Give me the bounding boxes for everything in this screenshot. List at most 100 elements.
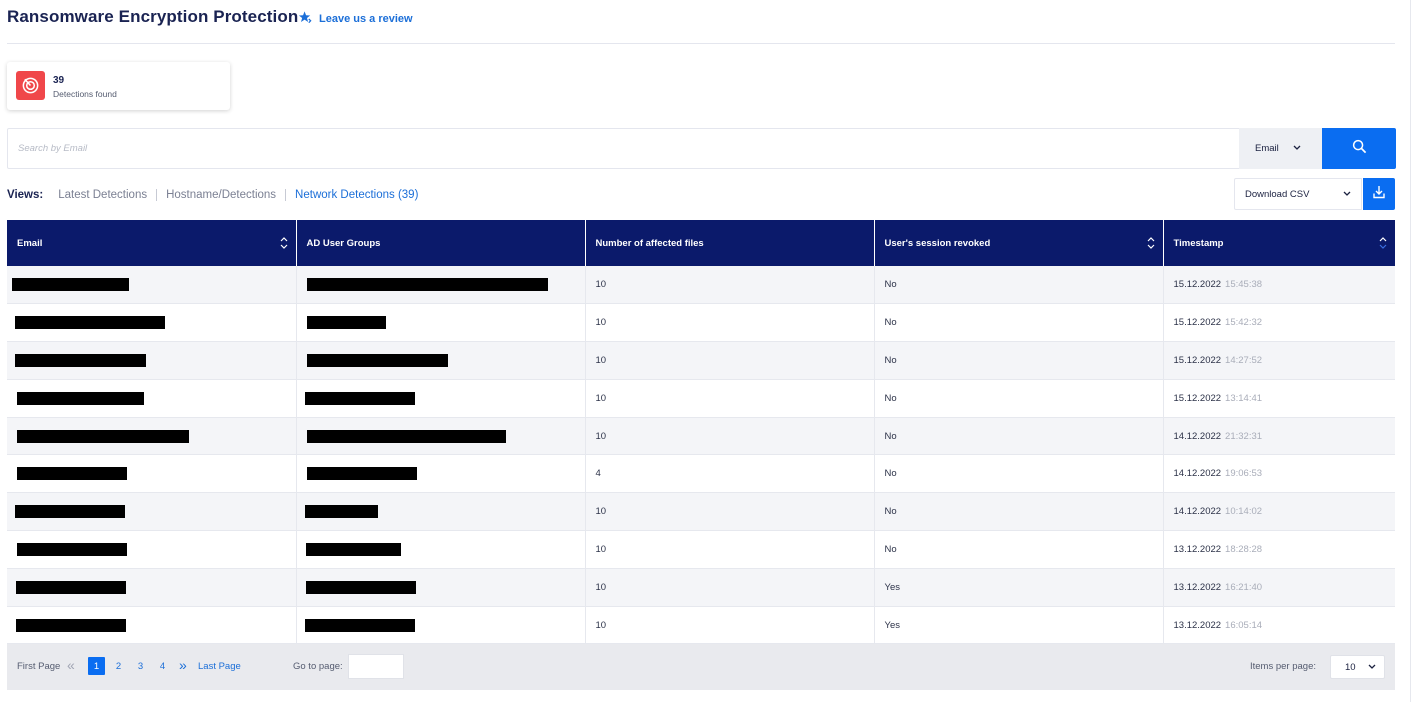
redacted-groups xyxy=(304,505,378,519)
cell-affected-files: 10 xyxy=(585,303,875,343)
redacted-groups xyxy=(306,467,417,481)
chevron-down-icon xyxy=(1343,189,1351,200)
timestamp-time: 21:32:31 xyxy=(1225,430,1263,442)
cell-affected-files: 10 xyxy=(585,568,875,607)
column-header-ad-groups: AD User Groups xyxy=(296,220,586,266)
cell-timestamp: 15.12.2022 15:42:32 xyxy=(1163,303,1395,343)
timestamp-date: 13.12.2022 xyxy=(1173,581,1222,593)
redacted-email xyxy=(16,618,126,632)
timestamp-time: 18:28:28 xyxy=(1225,543,1263,555)
leave-review-link[interactable]: Leave us a review xyxy=(298,10,413,28)
tab-hostname-detections[interactable]: Hostname/Detections xyxy=(157,189,287,201)
cell-session-revoked: No xyxy=(874,379,1164,418)
last-page-link[interactable]: Last Page xyxy=(198,661,241,672)
cell-ad-groups xyxy=(296,341,586,380)
page-button-2[interactable]: 2 xyxy=(110,657,127,675)
cell-affected-files: 4 xyxy=(585,454,875,494)
star-icon xyxy=(298,10,313,28)
search-input[interactable] xyxy=(8,129,1238,168)
page-button-3[interactable]: 3 xyxy=(132,657,149,675)
cell-session-revoked: No xyxy=(874,266,1164,305)
table-row[interactable]: 10 No 15.12.2022 15:42:32 xyxy=(7,303,1395,343)
views-nav: Views: Latest Detections Hostname/Detect… xyxy=(7,184,427,206)
table-row[interactable]: 10 No 14.12.2022 21:32:31 xyxy=(7,417,1395,456)
column-label: AD User Groups xyxy=(306,237,381,249)
cell-email xyxy=(7,454,297,494)
table-row[interactable]: 10 No 13.12.2022 18:28:28 xyxy=(7,530,1395,569)
table-row[interactable]: 4 No 14.12.2022 19:06:53 xyxy=(7,454,1395,494)
redacted-email xyxy=(16,580,126,594)
table-row[interactable]: 10 No 15.12.2022 15:45:38 xyxy=(7,266,1395,305)
first-page-link[interactable]: First Page xyxy=(17,661,60,672)
column-header-session-revoked[interactable]: User's session revoked xyxy=(874,220,1164,266)
cell-timestamp: 14.12.2022 21:32:31 xyxy=(1163,417,1395,456)
page-button-4[interactable]: 4 xyxy=(154,657,171,675)
cell-ad-groups xyxy=(296,530,586,569)
cell-affected-files: 10 xyxy=(585,606,875,645)
cell-session-revoked: No xyxy=(874,530,1164,569)
cell-ad-groups xyxy=(296,492,586,532)
target-alert-icon xyxy=(16,71,45,100)
cell-email xyxy=(7,568,297,607)
goto-page-label: Go to page: xyxy=(293,661,343,672)
column-header-timestamp[interactable]: Timestamp xyxy=(1163,220,1395,266)
export-format-select[interactable]: Download CSV xyxy=(1234,178,1362,210)
goto-page-input[interactable] xyxy=(348,654,404,679)
pagination-bar: First Page « 1 2 3 4 » Last Page Go to p… xyxy=(7,644,1395,690)
cell-ad-groups xyxy=(296,379,586,418)
table-row[interactable]: 10 No 14.12.2022 10:14:02 xyxy=(7,492,1395,532)
timestamp-date: 15.12.2022 xyxy=(1173,354,1222,366)
timestamp-date: 14.12.2022 xyxy=(1173,468,1222,480)
tab-network-detections[interactable]: Network Detections (39) xyxy=(286,189,427,201)
download-button[interactable] xyxy=(1363,178,1395,210)
sort-desc-icon xyxy=(1379,237,1387,249)
redacted-groups xyxy=(304,391,415,405)
table-row[interactable]: 10 No 15.12.2022 13:14:41 xyxy=(7,379,1395,418)
tab-latest-detections[interactable]: Latest Detections xyxy=(49,189,158,201)
chevron-down-icon xyxy=(1368,662,1376,673)
double-chevron-right-icon[interactable]: » xyxy=(179,658,187,672)
export-format-label: Download CSV xyxy=(1245,188,1310,200)
cell-email xyxy=(7,341,297,380)
cell-email xyxy=(7,530,297,569)
cell-timestamp: 13.12.2022 16:21:40 xyxy=(1163,568,1395,607)
cell-session-revoked: No xyxy=(874,454,1164,494)
timestamp-date: 15.12.2022 xyxy=(1173,392,1222,404)
column-label: Timestamp xyxy=(1173,237,1224,249)
cell-affected-files: 10 xyxy=(585,266,875,305)
search-icon xyxy=(1352,139,1367,159)
cell-timestamp: 14.12.2022 10:14:02 xyxy=(1163,492,1395,532)
redacted-groups xyxy=(305,580,416,594)
redacted-email xyxy=(15,353,146,367)
column-header-affected-files: Number of affected files xyxy=(585,220,875,266)
cell-email xyxy=(7,417,297,456)
leave-review-label: Leave us a review xyxy=(319,13,413,25)
search-bar: Email xyxy=(7,128,1396,169)
sort-icon xyxy=(280,237,287,249)
table-row[interactable]: 10 Yes 13.12.2022 16:21:40 xyxy=(7,568,1395,607)
column-header-email[interactable]: Email xyxy=(7,220,297,266)
cell-ad-groups xyxy=(296,568,586,607)
table-row[interactable]: 10 Yes 13.12.2022 16:05:14 xyxy=(7,606,1395,645)
chevron-down-icon xyxy=(1293,143,1301,154)
cell-session-revoked: No xyxy=(874,417,1164,456)
redacted-email xyxy=(17,467,127,481)
cell-email xyxy=(7,606,297,645)
table-row[interactable]: 10 No 15.12.2022 14:27:52 xyxy=(7,341,1395,380)
cell-email xyxy=(7,303,297,343)
search-button[interactable] xyxy=(1322,128,1396,169)
cell-session-revoked: No xyxy=(874,492,1164,532)
cell-ad-groups xyxy=(296,417,586,456)
cell-ad-groups xyxy=(296,266,586,305)
cell-affected-files: 10 xyxy=(585,530,875,569)
column-label: Email xyxy=(17,237,43,249)
items-per-page-select[interactable]: 10 xyxy=(1330,655,1385,679)
cell-session-revoked: No xyxy=(874,303,1164,343)
items-per-page-label: Items per page: xyxy=(1250,661,1317,672)
timestamp-time: 15:45:38 xyxy=(1225,279,1263,291)
redacted-groups xyxy=(306,429,506,443)
double-chevron-left-icon[interactable]: « xyxy=(67,658,75,672)
column-label: Number of affected files xyxy=(595,237,704,249)
page-button-1[interactable]: 1 xyxy=(88,657,105,675)
search-field-select[interactable]: Email xyxy=(1239,128,1322,169)
